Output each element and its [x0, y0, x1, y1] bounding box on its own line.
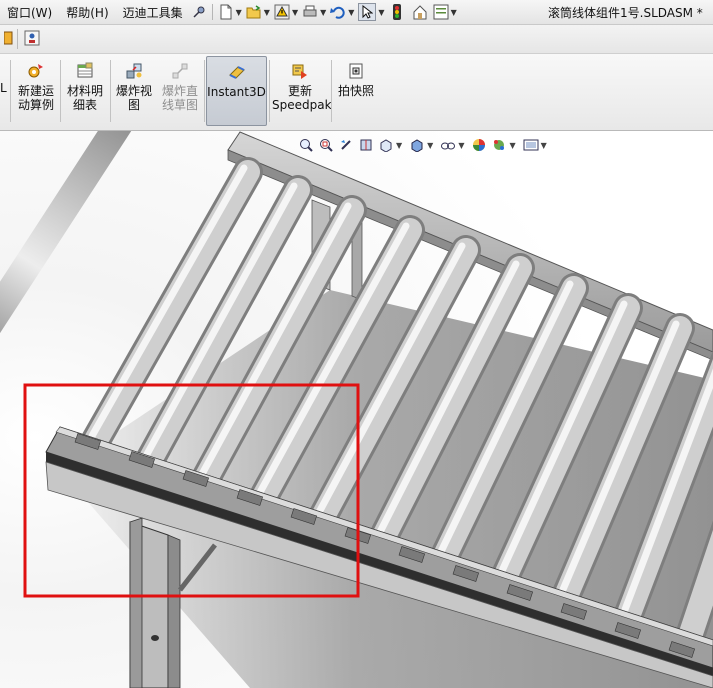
command-manager: L 新建运 动算例 材料明 细表 爆炸视 图 爆炸直 线草图 Instant3D… [0, 54, 713, 131]
toolbar-separator [204, 60, 205, 122]
chevron-down-icon[interactable]: ▼ [396, 141, 402, 150]
tool-label: Instant3D [207, 85, 266, 99]
chevron-down-icon[interactable]: ▼ [427, 141, 433, 150]
conveyor-model-render [0, 131, 713, 688]
toolbar-separator [331, 60, 332, 122]
bill-of-materials-button[interactable]: 材料明 细表 [63, 56, 107, 126]
pin-icon[interactable] [191, 4, 207, 20]
select-cursor-icon[interactable] [358, 3, 377, 21]
undo-icon[interactable] [330, 4, 346, 20]
tool-label: 材料明 [66, 84, 103, 98]
toolbar-separator [17, 29, 18, 49]
toolbar-separator [60, 60, 61, 122]
explode-line-sketch-button[interactable]: 爆炸直 线草图 [158, 56, 202, 126]
heads-up-view-toolbar: ▼ ▼ ▼ ▼ ▼ [296, 135, 552, 155]
hide-show-items-icon[interactable] [440, 137, 456, 153]
home-options-icon[interactable] [412, 4, 428, 20]
toolbar-separator [269, 60, 270, 122]
chevron-down-icon[interactable]: ▼ [320, 8, 326, 17]
tool-label: 动算例 [17, 98, 54, 112]
print-icon[interactable] [302, 4, 318, 20]
update-speedpak-button[interactable]: 更新 Speedpak [272, 56, 332, 126]
chevron-down-icon[interactable]: ▼ [451, 8, 457, 17]
instant3d-button[interactable]: Instant3D [206, 56, 267, 126]
properties-icon[interactable] [433, 4, 449, 20]
tool-label: 更新 [287, 84, 312, 98]
tool-label: 爆炸视 [115, 84, 152, 98]
explode-line-sketch-icon [171, 62, 189, 80]
toolbar-separator [10, 60, 11, 122]
new-motion-study-icon [27, 62, 45, 80]
chevron-down-icon[interactable]: ▼ [348, 8, 354, 17]
zoom-to-fit-icon[interactable] [298, 137, 314, 153]
view-orientation-icon[interactable] [378, 137, 394, 153]
tool-partial-icon[interactable] [1, 30, 17, 46]
view-settings-icon[interactable] [523, 137, 539, 153]
assembly-settings-icon[interactable] [24, 30, 40, 46]
new-motion-study-button[interactable]: 新建运 动算例 [14, 56, 58, 126]
toolbar-separator [211, 4, 213, 20]
partial-label: L [0, 81, 7, 95]
instant3d-icon [228, 63, 246, 81]
chevron-down-icon[interactable]: ▼ [378, 8, 384, 17]
exploded-view-button[interactable]: 爆炸视 图 [112, 56, 156, 126]
new-document-icon[interactable] [218, 4, 234, 20]
chevron-down-icon[interactable]: ▼ [541, 141, 547, 150]
snapshot-button[interactable]: 拍快照 [334, 56, 378, 126]
tool-label: 细表 [72, 98, 97, 112]
traffic-light-icon[interactable] [389, 4, 405, 20]
tool-label: 爆炸直 [161, 84, 198, 98]
zoom-to-area-icon[interactable] [318, 137, 334, 153]
document-title: 滚筒线体组件1号.SLDASM * [548, 6, 703, 20]
chevron-down-icon[interactable]: ▼ [509, 141, 515, 150]
tool-label: 新建运 [17, 84, 54, 98]
chevron-down-icon[interactable]: ▼ [458, 141, 464, 150]
section-view-icon[interactable] [358, 137, 374, 153]
tool-label: 拍快照 [337, 84, 374, 98]
display-style-icon[interactable] [409, 137, 425, 153]
update-speedpak-icon [291, 62, 309, 80]
chevron-down-icon[interactable]: ▼ [236, 8, 242, 17]
tool-label: Speedpak [272, 98, 332, 112]
menu-maidi-tools[interactable]: 迈迪工具集 [116, 4, 190, 21]
chevron-down-icon[interactable]: ▼ [264, 8, 270, 17]
open-folder-icon[interactable] [246, 4, 262, 20]
previous-view-icon[interactable] [338, 137, 354, 153]
apply-scene-icon[interactable] [491, 137, 507, 153]
tool-label: 图 [127, 98, 140, 112]
tool-label: 线草图 [161, 98, 198, 112]
toolbar-separator [110, 60, 111, 122]
menu-window[interactable]: 窗口(W) [0, 4, 59, 21]
edit-appearance-icon[interactable] [471, 137, 487, 153]
exploded-view-icon [125, 62, 143, 80]
bill-of-materials-icon [76, 62, 94, 80]
snapshot-icon [347, 62, 365, 80]
chevron-down-icon[interactable]: ▼ [292, 8, 298, 17]
graphics-viewport[interactable] [0, 131, 713, 688]
menu-help[interactable]: 帮助(H) [59, 4, 115, 21]
secondary-toolbar [0, 25, 713, 54]
warning-icon[interactable] [274, 4, 290, 20]
